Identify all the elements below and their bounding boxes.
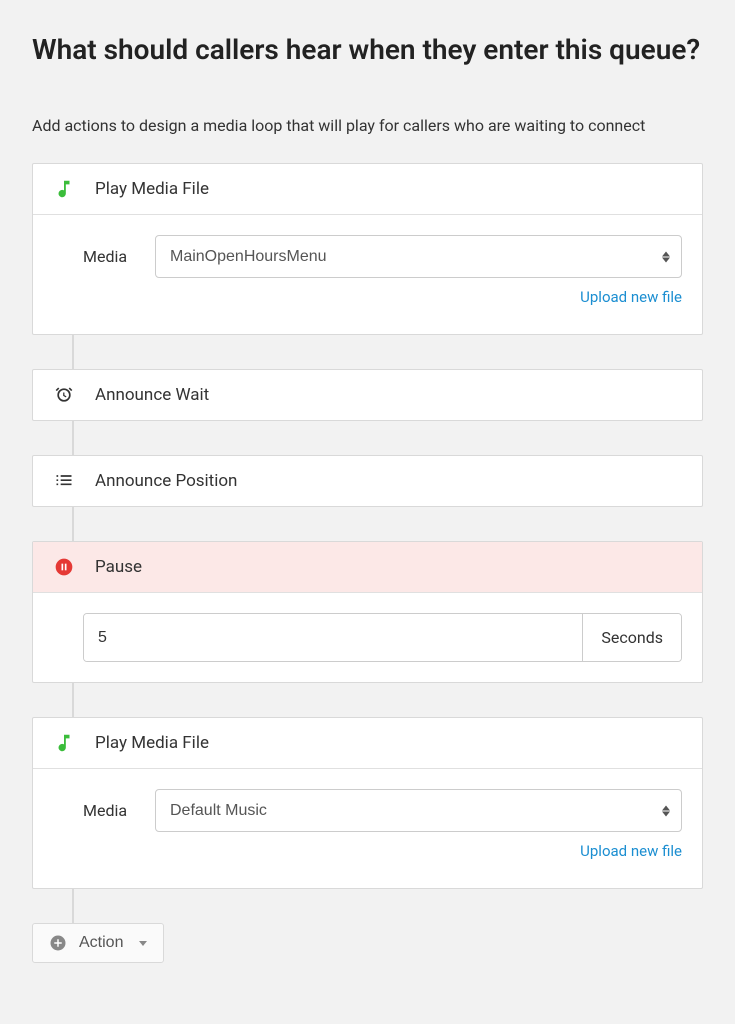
add-action-button[interactable]: Action <box>32 923 164 963</box>
action-card-announce-wait: Announce Wait <box>32 369 703 421</box>
plus-circle-icon <box>49 934 67 952</box>
action-body: Seconds <box>33 592 702 682</box>
action-title: Announce Wait <box>95 385 209 405</box>
action-header[interactable]: Announce Position <box>33 456 702 506</box>
connector-line <box>72 683 74 717</box>
action-title: Play Media File <box>95 733 209 753</box>
action-card-pause: Pause Seconds <box>32 541 703 683</box>
pause-unit-label: Seconds <box>582 614 681 661</box>
action-card-announce-position: Announce Position <box>32 455 703 507</box>
action-header[interactable]: Play Media File <box>33 164 702 214</box>
add-action-label: Action <box>79 934 123 952</box>
media-select[interactable]: Default Music <box>155 789 682 832</box>
media-label: Media <box>83 235 133 266</box>
action-header[interactable]: Pause <box>33 542 702 592</box>
connector-line <box>72 507 74 541</box>
page-subtitle: Add actions to design a media loop that … <box>32 116 703 135</box>
action-body: Media MainOpenHoursMenu Upload new file <box>33 214 702 334</box>
action-list: Play Media File Media MainOpenHoursMenu … <box>32 163 703 963</box>
pause-icon <box>53 556 75 578</box>
media-select[interactable]: MainOpenHoursMenu <box>155 235 682 278</box>
connector-line <box>72 889 74 923</box>
action-title: Announce Position <box>95 471 237 491</box>
ordered-list-icon <box>53 470 75 492</box>
pause-duration-input[interactable] <box>84 614 582 661</box>
upload-new-file-link[interactable]: Upload new file <box>155 288 682 306</box>
action-title: Play Media File <box>95 179 209 199</box>
music-note-icon <box>53 732 75 754</box>
action-header[interactable]: Play Media File <box>33 718 702 768</box>
action-header[interactable]: Announce Wait <box>33 370 702 420</box>
page-title: What should callers hear when they enter… <box>32 32 703 68</box>
action-title: Pause <box>95 557 142 577</box>
media-label: Media <box>83 789 133 820</box>
action-card-play-media: Play Media File Media MainOpenHoursMenu … <box>32 163 703 335</box>
upload-new-file-link[interactable]: Upload new file <box>155 842 682 860</box>
alarm-clock-icon <box>53 384 75 406</box>
music-note-icon <box>53 178 75 200</box>
action-body: Media Default Music Upload new file <box>33 768 702 888</box>
connector-line <box>72 421 74 455</box>
chevron-down-icon <box>139 941 147 946</box>
connector-line <box>72 335 74 369</box>
action-card-play-media: Play Media File Media Default Music Uplo… <box>32 717 703 889</box>
